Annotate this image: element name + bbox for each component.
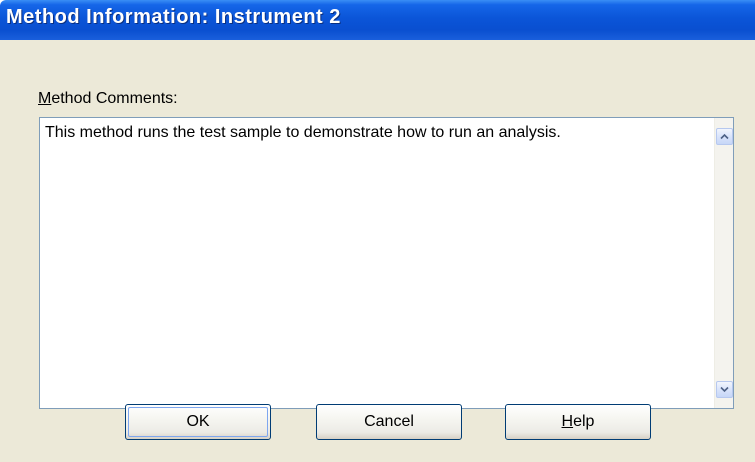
method-comments-label-accelerator: M	[38, 90, 52, 107]
method-comments-text: This method runs the test sample to demo…	[45, 124, 561, 141]
ok-button[interactable]: OK	[125, 404, 271, 440]
help-button-label: elp	[573, 413, 595, 430]
dialog-title: Method Information: Instrument 2	[6, 6, 341, 28]
vertical-scrollbar[interactable]	[714, 118, 733, 408]
method-comments-textarea[interactable]: This method runs the test sample to demo…	[39, 117, 734, 409]
scroll-up-button[interactable]	[716, 128, 733, 145]
dialog-body: Method Comments: This method runs the te…	[0, 40, 755, 462]
chevron-down-icon	[720, 386, 729, 393]
method-comments-label: Method Comments:	[38, 90, 178, 108]
title-bar[interactable]: Method Information: Instrument 2	[0, 0, 755, 40]
method-information-dialog: Method Information: Instrument 2 Method …	[0, 0, 755, 462]
chevron-up-icon	[720, 133, 729, 140]
cancel-button[interactable]: Cancel	[316, 404, 462, 440]
help-button[interactable]: Help	[505, 404, 651, 440]
scroll-down-button[interactable]	[716, 381, 733, 398]
help-button-accelerator: H	[561, 413, 574, 430]
method-comments-label-text: ethod Comments:	[51, 90, 178, 107]
